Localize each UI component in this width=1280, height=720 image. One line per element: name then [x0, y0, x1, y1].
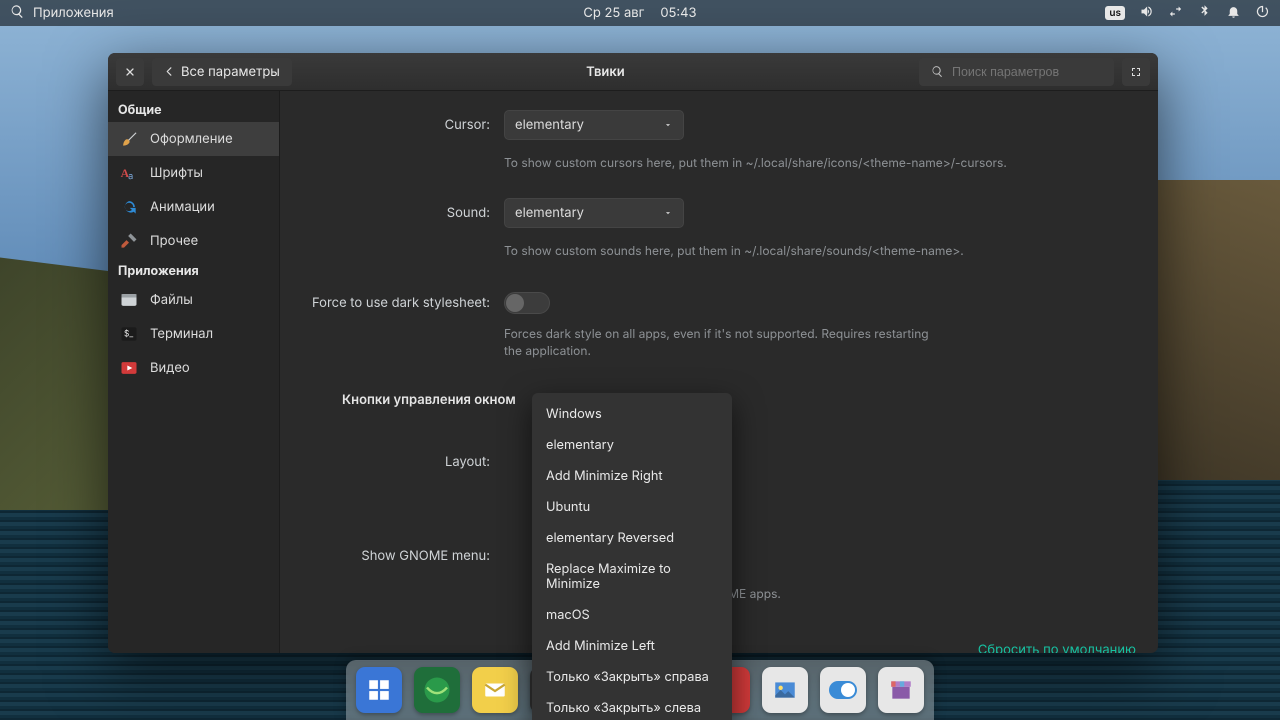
layout-option[interactable]: elementary Reversed — [532, 523, 732, 554]
chevron-down-icon — [663, 208, 673, 218]
layout-option[interactable]: macOS — [532, 600, 732, 631]
layout-option[interactable]: Windows — [532, 399, 732, 430]
network-icon[interactable] — [1168, 4, 1183, 23]
sidebar-item-label: Прочее — [150, 233, 198, 249]
window-controls-heading: Кнопки управления окном — [304, 392, 530, 408]
sidebar-group-apps: Приложения — [108, 258, 279, 283]
layout-label: Layout: — [304, 454, 504, 470]
sound-label: Sound: — [304, 205, 504, 221]
cursor-hint: To show custom cursors here, put them in… — [504, 154, 1084, 171]
layout-option[interactable]: Ubuntu — [532, 492, 732, 523]
sidebar-item-label: Оформление — [150, 131, 233, 147]
dock-app-switch[interactable] — [820, 667, 866, 713]
terminal-icon: $_ — [118, 323, 140, 345]
dark-stylesheet-hint: Forces dark style on all apps, even if i… — [504, 325, 944, 360]
titlebar: Все параметры Твики — [108, 53, 1158, 91]
volume-icon[interactable] — [1139, 4, 1154, 23]
panel-date[interactable]: Ср 25 авг — [583, 5, 644, 21]
gnome-menu-label: Show GNOME menu: — [304, 548, 504, 564]
dark-stylesheet-switch[interactable] — [504, 292, 550, 314]
sidebar-item-label: Видео — [150, 360, 190, 376]
cursor-combo[interactable]: elementary — [504, 110, 684, 140]
sidebar-item-files[interactable]: Файлы — [108, 283, 279, 317]
layout-popup: WindowselementaryAdd Minimize RightUbunt… — [532, 393, 732, 720]
cursor-combo-value: elementary — [515, 117, 584, 133]
sound-combo-value: elementary — [515, 205, 584, 221]
reset-defaults-link[interactable]: Сбросить по умолчанию — [978, 638, 1158, 653]
sidebar-item-misc[interactable]: Прочее — [108, 224, 279, 258]
layout-option[interactable]: Add Minimize Left — [532, 631, 732, 662]
notifications-icon[interactable] — [1226, 4, 1241, 23]
sidebar-item-terminal[interactable]: $_ Терминал — [108, 317, 279, 351]
video-icon — [118, 357, 140, 379]
search-icon[interactable] — [10, 4, 25, 23]
dock-app-photos[interactable] — [762, 667, 808, 713]
sidebar-group-general: Общие — [108, 97, 279, 122]
sidebar-item-label: Файлы — [150, 292, 193, 308]
layout-option[interactable]: Add Minimize Right — [532, 461, 732, 492]
svg-text:$_: $_ — [124, 329, 133, 340]
maximize-button[interactable] — [1122, 58, 1150, 86]
back-label: Все параметры — [181, 64, 280, 80]
cursor-label: Cursor: — [304, 117, 504, 133]
dock-app-mail[interactable] — [472, 667, 518, 713]
window-title: Твики — [300, 64, 911, 80]
dock-app-store[interactable] — [878, 667, 924, 713]
chevron-down-icon — [663, 120, 673, 130]
applications-button[interactable]: Приложения — [33, 5, 114, 21]
close-button[interactable] — [116, 58, 144, 86]
sidebar-item-animations[interactable]: Анимации — [108, 190, 279, 224]
tools-icon — [118, 230, 140, 252]
layout-option[interactable]: Только «Закрыть» слева — [532, 693, 732, 720]
sidebar-item-label: Шрифты — [150, 165, 203, 181]
layout-option[interactable]: elementary — [532, 430, 732, 461]
layout-option[interactable]: Replace Maximize to Minimize — [532, 554, 732, 600]
settings-search[interactable] — [919, 58, 1114, 86]
power-icon[interactable] — [1255, 4, 1270, 23]
brush-icon — [118, 128, 140, 150]
bluetooth-icon[interactable] — [1197, 4, 1212, 23]
files-icon — [118, 289, 140, 311]
panel-time[interactable]: 05:43 — [660, 5, 696, 21]
svg-text:a: a — [128, 171, 133, 182]
sidebar-item-fonts[interactable]: Aa Шрифты — [108, 156, 279, 190]
layout-option[interactable]: Только «Закрыть» справа — [532, 662, 732, 693]
top-panel: Приложения Ср 25 авг 05:43 us — [0, 0, 1280, 26]
sidebar-item-label: Анимации — [150, 199, 215, 215]
sound-hint: To show custom sounds here, put them in … — [504, 242, 1084, 259]
dark-stylesheet-label: Force to use dark stylesheet: — [304, 295, 504, 311]
sidebar-item-appearance[interactable]: Оформление — [108, 122, 279, 156]
dock-app-browser[interactable] — [414, 667, 460, 713]
sidebar-item-video[interactable]: Видео — [108, 351, 279, 385]
dock-app-multitask[interactable] — [356, 667, 402, 713]
keyboard-layout-indicator[interactable]: us — [1105, 6, 1125, 20]
settings-search-input[interactable] — [952, 65, 1102, 79]
back-all-settings-button[interactable]: Все параметры — [152, 58, 292, 86]
sound-combo[interactable]: elementary — [504, 198, 684, 228]
reload-icon — [118, 196, 140, 218]
fonts-icon: Aa — [118, 162, 140, 184]
sidebar-item-label: Терминал — [150, 326, 213, 342]
sidebar: Общие Оформление Aa Шрифты Анимации — [108, 91, 280, 653]
